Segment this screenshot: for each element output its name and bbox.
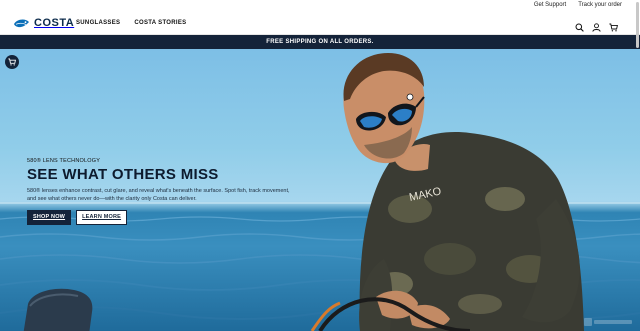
watermark-logo: [584, 318, 632, 326]
costa-fish-icon: [14, 19, 29, 27]
utility-links: Get Support Track your order: [534, 2, 622, 8]
page-scrollbar[interactable]: [636, 2, 639, 48]
get-support-link[interactable]: Get Support: [534, 2, 566, 8]
floating-cart-button[interactable]: [5, 55, 19, 69]
cart-icon[interactable]: [609, 19, 618, 32]
hero-banner: MAKO 580® LENS TECHNOLOGY SEE WHAT OTHER…: [0, 49, 640, 331]
track-order-link[interactable]: Track your order: [578, 2, 622, 8]
page: Get Support Track your order COSTA SUNGL…: [0, 0, 640, 331]
hero-person-image: MAKO: [310, 53, 584, 331]
header-icons: [575, 19, 618, 32]
account-icon[interactable]: [592, 19, 601, 32]
boat-motor-image: [23, 288, 93, 331]
main-nav: SUNGLASSES COSTA STORIES: [76, 20, 186, 26]
promo-banner: FREE SHIPPING ON ALL ORDERS.: [0, 35, 640, 49]
hero-description: 580® lenses enhance contrast, cut glare,…: [27, 188, 290, 202]
hero-ctas: SHOP NOW LEARN MORE: [27, 210, 297, 225]
nav-item-costa-stories[interactable]: COSTA STORIES: [134, 20, 186, 26]
hero-headline: SEE WHAT OTHERS MISS: [27, 166, 219, 183]
nav-item-sunglasses[interactable]: SUNGLASSES: [76, 20, 120, 26]
cart-icon: [8, 58, 16, 66]
hero-copy: 580® LENS TECHNOLOGY SEE WHAT OTHERS MIS…: [27, 158, 297, 225]
learn-more-button[interactable]: LEARN MORE: [76, 210, 128, 225]
shop-now-button[interactable]: SHOP NOW: [27, 210, 72, 225]
costa-logo[interactable]: COSTA: [13, 17, 74, 29]
utility-bar: Get Support Track your order: [0, 0, 640, 13]
hero-eyebrow: 580® LENS TECHNOLOGY: [27, 158, 101, 164]
site-header: COSTA SUNGLASSES COSTA STORIES: [0, 13, 640, 35]
brand-name: COSTA: [34, 17, 75, 29]
search-icon[interactable]: [575, 19, 584, 32]
